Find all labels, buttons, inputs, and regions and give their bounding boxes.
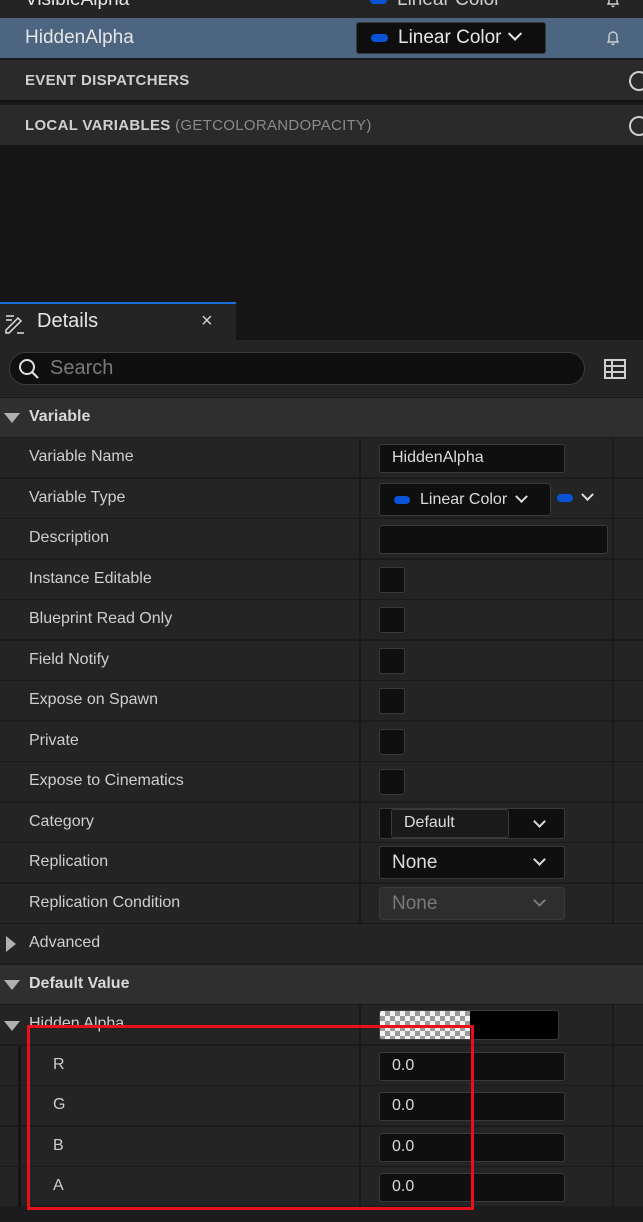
linear-color-pin-icon: [371, 34, 388, 42]
edit-pencil-icon: [5, 315, 24, 334]
prop-expose-to-cinematics: Expose to Cinematics: [0, 761, 643, 802]
replication-bell-icon[interactable]: [605, 30, 621, 46]
chevron-down-icon[interactable]: [533, 815, 546, 828]
variable-type-label: Linear Color: [398, 27, 502, 48]
search-icon: [19, 359, 39, 379]
section-label: EVENT DISPATCHERS: [25, 72, 190, 89]
section-label: LOCAL VARIABLES (GETCOLORANDOPACITY): [25, 117, 372, 134]
chevron-down-icon: [581, 488, 594, 502]
prop-instance-editable: Instance Editable: [0, 559, 643, 600]
prop-replication-condition: Replication Condition None: [0, 883, 643, 924]
expand-arrow-icon[interactable]: [4, 1021, 20, 1031]
prop-variable-name: Variable Name HiddenAlpha: [0, 437, 643, 478]
replication-bell-icon[interactable]: [605, 0, 621, 8]
prop-label: Blueprint Read Only: [29, 610, 173, 627]
add-circle-icon[interactable]: [629, 116, 643, 136]
expand-arrow-icon: [4, 980, 20, 990]
details-tabstrip: Details ×: [0, 300, 643, 340]
prop-label: Category: [29, 813, 94, 830]
search-placeholder: Search: [50, 357, 114, 379]
prop-description: Description: [0, 518, 643, 559]
single-container-icon: [557, 493, 573, 502]
description-input[interactable]: [379, 525, 608, 554]
variable-name: HiddenAlpha: [25, 27, 134, 48]
variable-row-hidden-alpha[interactable]: HiddenAlpha Linear Color: [0, 18, 643, 58]
category-input[interactable]: Default: [391, 809, 509, 838]
category-default-value[interactable]: Default Value: [0, 964, 643, 1004]
expand-arrow-icon: [4, 413, 20, 423]
prop-private: Private: [0, 721, 643, 762]
prop-label: Expose to Cinematics: [29, 772, 184, 789]
variable-type-pill[interactable]: Linear Color: [356, 0, 546, 16]
expose-on-spawn-checkbox[interactable]: [379, 688, 405, 714]
advanced-label: Advanced: [29, 934, 101, 951]
prop-label: Description: [29, 529, 110, 546]
prop-label: Variable Name: [29, 448, 134, 465]
search-input[interactable]: Search: [9, 352, 585, 385]
prop-category: Category Default: [0, 802, 643, 843]
prop-label: Variable Type: [29, 489, 126, 506]
tab-details[interactable]: Details ×: [0, 302, 236, 340]
category-label: Default Value: [29, 975, 130, 992]
local-variables-section[interactable]: LOCAL VARIABLES (GETCOLORANDOPACITY): [0, 103, 643, 145]
instance-editable-checkbox[interactable]: [379, 567, 405, 593]
blueprint-read-only-checkbox[interactable]: [379, 607, 405, 633]
details-search-bar: Search: [0, 340, 643, 397]
category-label: Variable: [29, 408, 91, 425]
close-tab-icon[interactable]: ×: [201, 310, 213, 333]
field-notify-checkbox[interactable]: [379, 648, 405, 674]
annotation-highlight-box: [27, 1025, 474, 1210]
prop-label: Private: [29, 732, 79, 749]
replication-dropdown[interactable]: None: [379, 846, 565, 879]
category-combobox[interactable]: Default: [379, 808, 565, 839]
replication-condition-dropdown: None: [379, 887, 565, 920]
private-checkbox[interactable]: [379, 729, 405, 755]
chevron-down-icon: [533, 853, 546, 866]
advanced-expander[interactable]: Advanced: [0, 923, 643, 963]
variable-type-pill[interactable]: Linear Color: [356, 22, 546, 54]
prop-replication: Replication None: [0, 842, 643, 883]
prop-field-notify: Field Notify: [0, 640, 643, 681]
add-circle-icon[interactable]: [629, 71, 643, 91]
variable-row-visible-alpha[interactable]: VisibleAlpha Linear Color: [0, 0, 643, 20]
chevron-down-icon: [507, 26, 522, 41]
prop-label: Instance Editable: [29, 570, 152, 587]
chevron-down-icon: [515, 490, 529, 504]
variable-type-value: Linear Color: [420, 490, 508, 508]
linear-color-pin-icon: [394, 495, 410, 504]
prop-expose-on-spawn: Expose on Spawn: [0, 680, 643, 721]
chevron-down-icon: [533, 894, 546, 907]
replication-value: None: [392, 852, 438, 873]
prop-label: Field Notify: [29, 651, 110, 668]
prop-label: Replication Condition: [29, 894, 181, 911]
variable-type-label: Linear Color: [397, 0, 501, 11]
linear-color-pin-icon: [370, 0, 387, 4]
prop-label: Expose on Spawn: [29, 691, 158, 708]
prop-label: Replication: [29, 853, 109, 870]
variable-name: VisibleAlpha: [25, 0, 129, 11]
container-type-dropdown[interactable]: [557, 488, 594, 502]
variable-name-input[interactable]: HiddenAlpha: [379, 444, 565, 473]
prop-variable-type: Variable Type Linear Color: [0, 478, 643, 519]
replication-condition-value: None: [392, 893, 438, 914]
prop-blueprint-read-only: Blueprint Read Only: [0, 599, 643, 640]
tab-label: Details: [37, 310, 99, 332]
expand-arrow-icon: [6, 936, 16, 952]
category-variable[interactable]: Variable: [0, 397, 643, 437]
table-view-icon[interactable]: [604, 358, 626, 380]
variable-type-dropdown[interactable]: Linear Color: [379, 483, 551, 516]
expose-to-cinematics-checkbox[interactable]: [379, 769, 405, 795]
event-dispatchers-section[interactable]: EVENT DISPATCHERS: [0, 58, 643, 100]
